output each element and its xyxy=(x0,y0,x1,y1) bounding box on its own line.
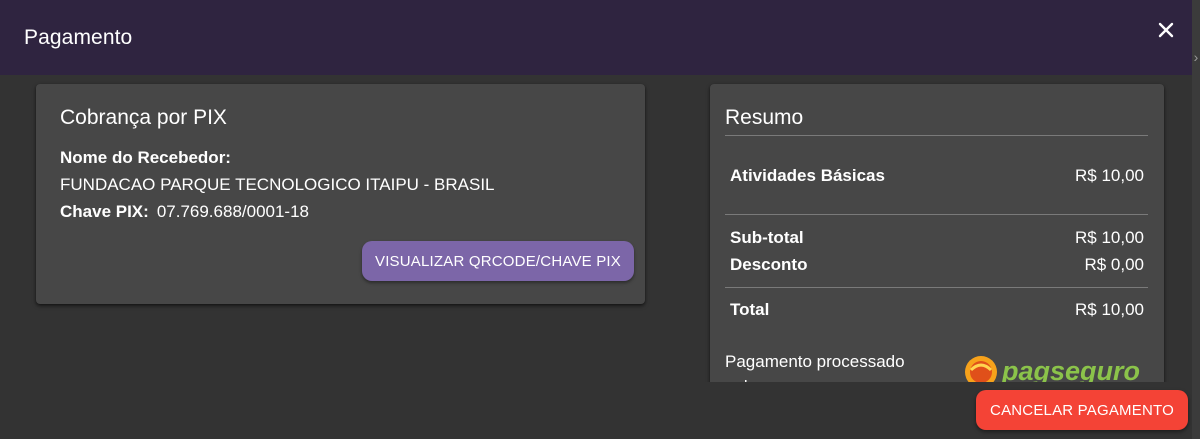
pix-key-label: Chave PIX: xyxy=(60,202,149,221)
close-button[interactable] xyxy=(1150,14,1182,46)
dialog-header: Pagamento xyxy=(0,0,1192,75)
divider xyxy=(725,214,1148,215)
subtotal-value: R$ 10,00 xyxy=(1075,228,1144,247)
total-label: Total xyxy=(730,300,770,319)
summary-card: Resumo Atividades Básicas R$ 10,00 Sub-t… xyxy=(710,84,1164,404)
discount-value: R$ 0,00 xyxy=(1084,255,1144,274)
dialog-title: Pagamento xyxy=(24,26,133,49)
pix-card-title: Cobrança por PIX xyxy=(60,106,227,129)
recipient-name: FUNDACAO PARQUE TECNOLOGICO ITAIPU - BRA… xyxy=(60,175,495,194)
pagseguro-logo: pagseguro xyxy=(965,356,1140,386)
close-icon xyxy=(1158,22,1174,38)
divider xyxy=(725,135,1148,136)
pix-charge-card: Cobrança por PIX Nome do Recebedor: FUND… xyxy=(36,84,645,304)
divider xyxy=(725,287,1148,288)
payment-dialog: Pagamento Cobrança por PIX Nome do Receb… xyxy=(0,0,1192,439)
subtotal-label: Sub-total xyxy=(730,228,804,247)
cancel-payment-button[interactable]: CANCELAR PAGAMENTO xyxy=(976,390,1188,430)
pix-key-value: 07.769.688/0001-18 xyxy=(156,202,310,221)
show-qrcode-button[interactable]: VISUALIZAR QRCODE/CHAVE PIX xyxy=(362,241,634,281)
window-scrollbar[interactable]: › xyxy=(1192,0,1200,439)
recipient-label: Nome do Recebedor: xyxy=(60,148,231,167)
summary-item-value: R$ 10,00 xyxy=(1075,166,1144,185)
discount-label: Desconto xyxy=(730,255,808,274)
scroll-arrow-icon: › xyxy=(1193,49,1199,65)
summary-title: Resumo xyxy=(725,106,804,129)
processed-by-text: Pagamento processado xyxy=(725,352,905,371)
pix-key-row: Chave PIX: 07.769.688/0001-18 xyxy=(60,202,309,222)
summary-item-label: Atividades Básicas xyxy=(730,166,885,185)
total-value: R$ 10,00 xyxy=(1075,300,1144,319)
